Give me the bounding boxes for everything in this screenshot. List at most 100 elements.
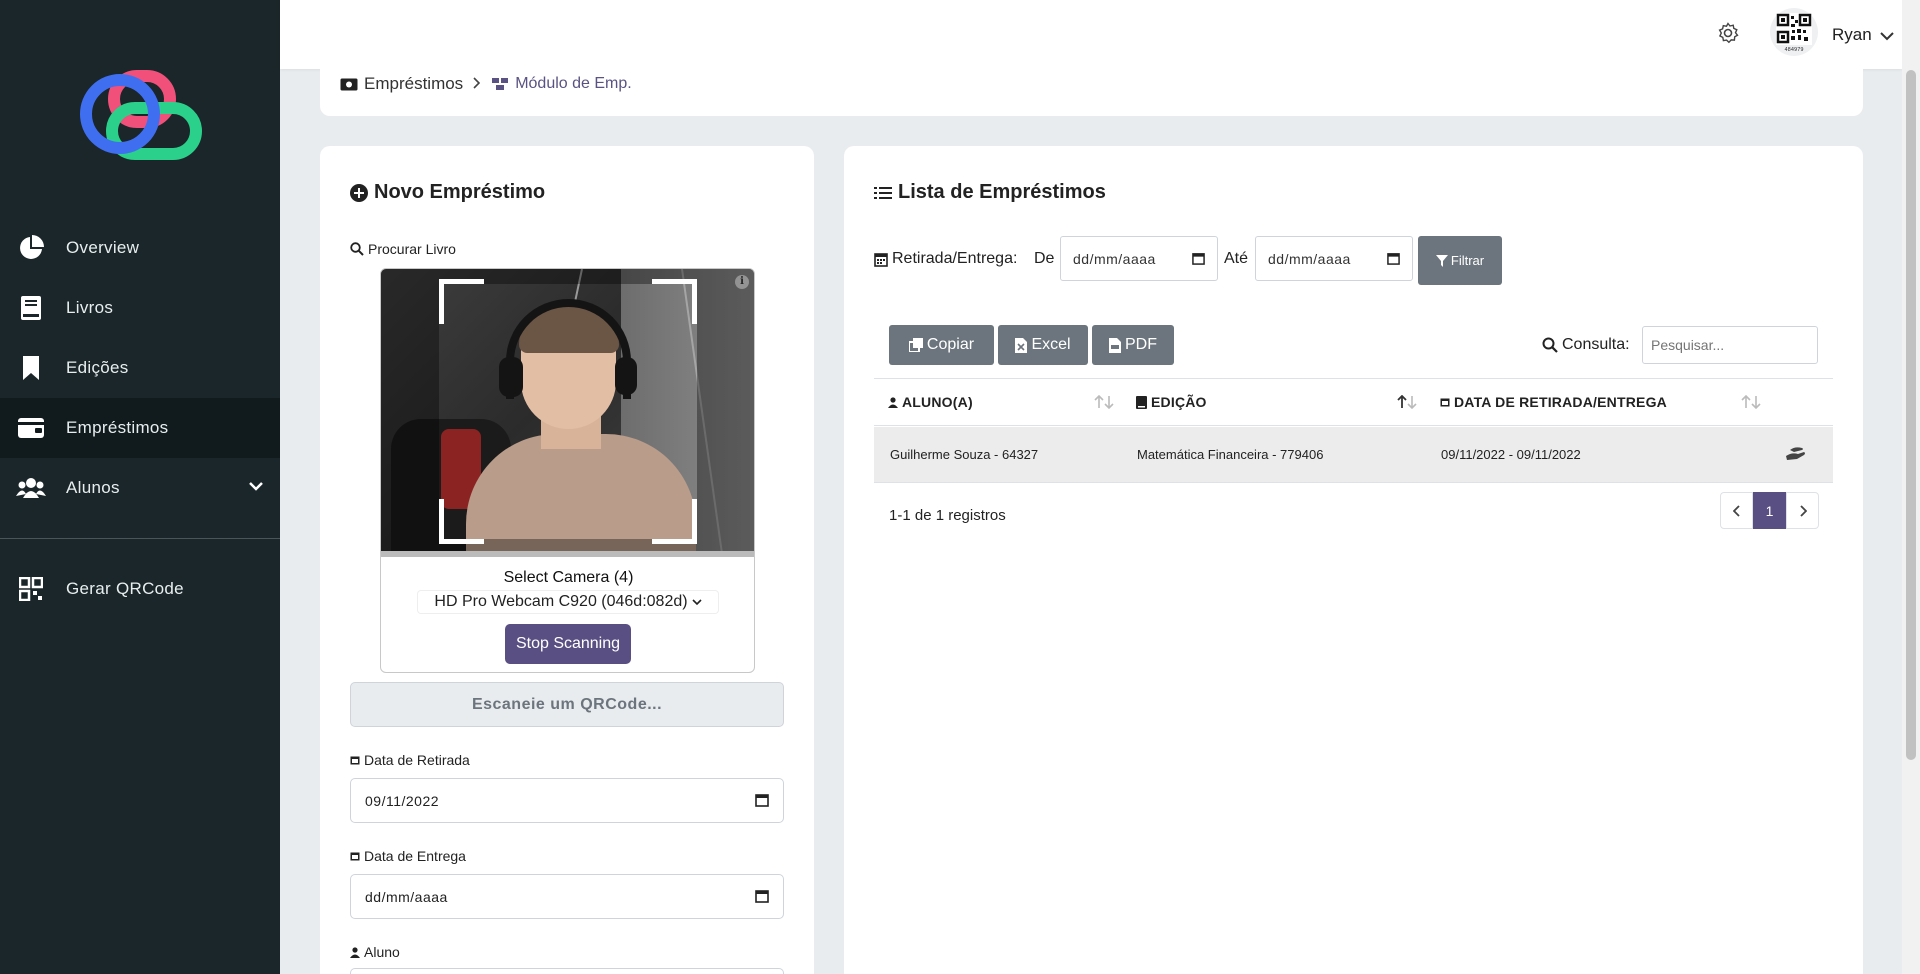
aluno-text: Aluno <box>364 944 400 960</box>
stop-scanning-button[interactable]: Stop Scanning <box>505 624 631 664</box>
qrcode-scan-field[interactable]: Escaneie um QRCode... <box>350 682 784 727</box>
sidebar-item-label: Edições <box>66 358 129 377</box>
calendar-icon[interactable] <box>755 889 769 906</box>
chevron-down-icon[interactable] <box>248 478 264 499</box>
user-icon <box>888 396 898 408</box>
next-page-button[interactable] <box>1786 492 1819 529</box>
page-button[interactable]: 1 <box>1753 492 1786 529</box>
file-pdf-icon <box>1109 337 1121 353</box>
copiar-button[interactable]: Copiar <box>889 325 994 365</box>
chevron-right-icon <box>1799 504 1807 517</box>
sidebar-item-label: Overview <box>66 238 140 257</box>
pie-chart-icon <box>16 233 46 263</box>
filter-de-value: dd/mm/aaaa <box>1073 250 1156 267</box>
excel-button[interactable]: Excel <box>998 325 1088 365</box>
filter-de-input[interactable]: dd/mm/aaaa <box>1060 236 1218 281</box>
users-icon <box>16 473 46 503</box>
hand-holding-icon[interactable] <box>1784 444 1806 467</box>
scan-corner <box>652 499 697 544</box>
info-icon[interactable]: i <box>735 275 749 289</box>
username[interactable]: Ryan <box>1832 25 1872 45</box>
sort-icon[interactable] <box>1094 394 1116 414</box>
column-header-aluno[interactable]: ALUNO(A) <box>888 394 973 410</box>
camera-select[interactable]: HD Pro Webcam C920 (046d:082d) <box>418 591 718 613</box>
breadcrumb-separator-icon <box>473 74 481 94</box>
avatar-caption: 484979 <box>1784 47 1803 52</box>
cell-datas: 09/11/2022 - 09/11/2022 <box>1441 447 1581 462</box>
filtrar-button[interactable]: Filtrar <box>1418 236 1502 285</box>
topbar <box>280 0 1902 69</box>
chevron-down-icon[interactable] <box>1880 28 1894 46</box>
qr-scanner: i Select Camera (4) HD Pro Webcam C920 (… <box>380 268 755 673</box>
sort-icon[interactable] <box>1741 394 1763 414</box>
lista-emprestimos-title: Lista de Empréstimos <box>874 181 1106 204</box>
calendar-icon[interactable] <box>1192 252 1205 268</box>
filter-label-text: Retirada/Entrega: <box>892 250 1018 267</box>
data-retirada-value: 09/11/2022 <box>365 792 440 809</box>
novo-emprestimo-title-text: Novo Empréstimo <box>374 181 546 203</box>
procurar-livro-text: Procurar Livro <box>368 241 456 257</box>
scan-corner <box>439 499 484 544</box>
search-input[interactable] <box>1642 326 1818 364</box>
data-entrega-input[interactable]: dd/mm/aaaa <box>350 874 784 919</box>
column-header-datas[interactable]: DATA DE RETIRADA/ENTREGA <box>1440 394 1667 410</box>
excel-label: Excel <box>1031 336 1071 353</box>
calendar-icon <box>874 252 888 267</box>
calendar-icon <box>350 755 360 765</box>
select-camera-label: Select Camera (4) <box>503 569 634 586</box>
file-excel-icon <box>1015 337 1028 353</box>
page-scrollbar[interactable] <box>1902 0 1920 974</box>
list-icon <box>874 186 892 200</box>
avatar[interactable]: 484979 <box>1770 8 1818 56</box>
bookmark-icon <box>16 353 46 383</box>
sidebar-item-overview[interactable]: Overview <box>0 218 280 278</box>
qrcode-icon <box>16 574 46 604</box>
breadcrumb-root-label: Empréstimos <box>364 74 464 93</box>
aluno-select[interactable] <box>350 968 784 974</box>
breadcrumb-root[interactable]: Empréstimos <box>340 74 463 94</box>
user-icon <box>350 946 360 958</box>
money-bill-icon <box>340 78 358 91</box>
camera-select-value: HD Pro Webcam C920 (046d:082d) <box>434 593 688 610</box>
procurar-livro-label: Procurar Livro <box>350 241 456 257</box>
cell-edicao: Matemática Financeira - 779406 <box>1137 447 1324 462</box>
gear-icon[interactable] <box>1717 22 1739 49</box>
filter-ate-value: dd/mm/aaaa <box>1268 250 1351 267</box>
column-header-edicao[interactable]: EDIÇÃO <box>1136 394 1207 410</box>
sidebar-item-emprestimos[interactable]: Empréstimos <box>0 398 280 458</box>
sidebar-item-gerar-qrcode[interactable]: Gerar QRCode <box>0 559 280 619</box>
copy-icon <box>908 338 923 352</box>
aluno-label: Aluno <box>350 944 400 960</box>
column-header-datas-label: DATA DE RETIRADA/ENTREGA <box>1454 394 1667 410</box>
pdf-label: PDF <box>1125 336 1157 353</box>
calendar-icon[interactable] <box>755 793 769 810</box>
app-logo[interactable] <box>72 70 207 160</box>
table-header: ALUNO(A) EDIÇÃO DATA DE RETIRADA/ENTREGA <box>874 378 1833 426</box>
scrollbar-thumb[interactable] <box>1906 70 1916 760</box>
sidebar-divider <box>0 538 280 539</box>
filter-ate-label: Até <box>1224 250 1249 267</box>
boxes-icon <box>491 77 509 91</box>
filter-ate-input[interactable]: dd/mm/aaaa <box>1255 236 1413 281</box>
sidebar-item-alunos[interactable]: Alunos <box>0 458 280 518</box>
data-entrega-value: dd/mm/aaaa <box>365 888 448 905</box>
table-row[interactable]: Guilherme Souza - 64327 Matemática Finan… <box>874 427 1833 483</box>
plus-circle-icon <box>350 183 368 202</box>
sidebar-item-edicoes[interactable]: Edições <box>0 338 280 398</box>
calendar-icon <box>350 851 360 861</box>
previous-page-button[interactable] <box>1720 492 1753 529</box>
column-header-edicao-label: EDIÇÃO <box>1151 394 1207 410</box>
data-retirada-input[interactable]: 09/11/2022 <box>350 778 784 823</box>
records-info: 1-1 de 1 registros <box>889 507 1006 524</box>
breadcrumb: Empréstimos Módulo de Emp. <box>340 74 632 94</box>
sort-icon[interactable] <box>1397 394 1419 414</box>
cell-aluno: Guilherme Souza - 64327 <box>890 447 1039 462</box>
pdf-button[interactable]: PDF <box>1092 325 1174 365</box>
sidebar-item-label: Empréstimos <box>66 418 169 437</box>
consulta-text: Consulta: <box>1562 336 1630 353</box>
calendar-icon[interactable] <box>1387 252 1400 268</box>
filter-icon <box>1435 254 1448 267</box>
sidebar-item-livros[interactable]: Livros <box>0 278 280 338</box>
search-icon <box>350 242 364 256</box>
search-icon <box>1542 337 1558 353</box>
